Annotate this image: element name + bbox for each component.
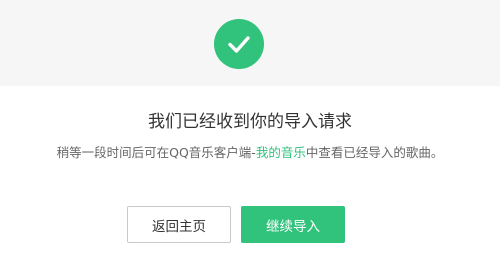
continue-import-button[interactable]: 继续导入 xyxy=(241,206,345,243)
description-text: 稍等一段时间后可在QQ音乐客户端-我的音乐中查看已经导入的歌曲。 xyxy=(0,144,500,162)
back-to-home-button[interactable]: 返回主页 xyxy=(127,206,231,243)
description-prefix: 稍等一段时间后可在QQ音乐客户端- xyxy=(56,145,256,160)
check-icon xyxy=(228,36,250,53)
success-badge xyxy=(214,19,264,69)
description-suffix: 中查看已经导入的歌曲。 xyxy=(305,145,444,160)
my-music-link[interactable]: 我的音乐 xyxy=(256,145,306,160)
page-title: 我们已经收到你的导入请求 xyxy=(148,112,352,132)
